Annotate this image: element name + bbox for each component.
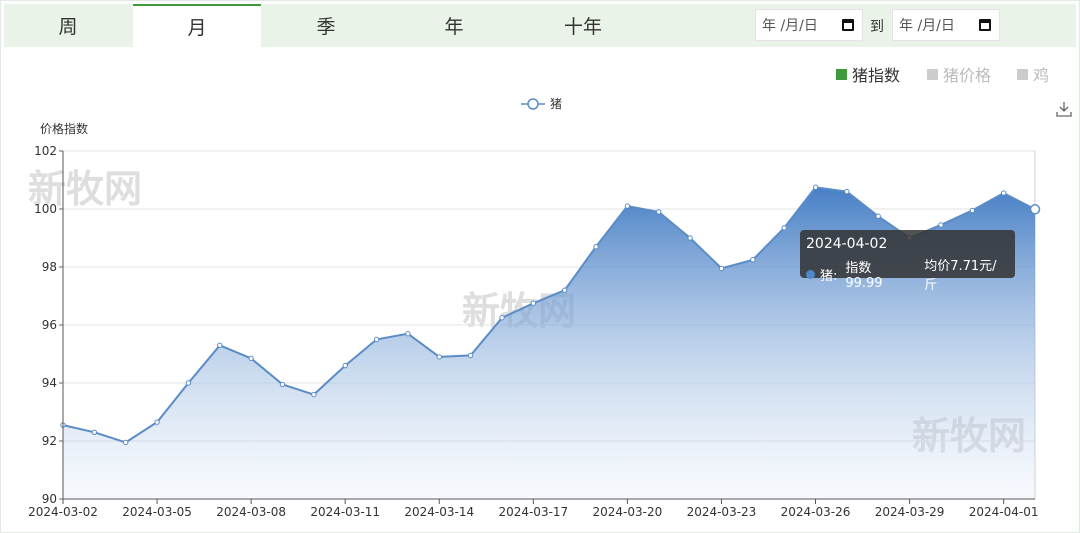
x-tick-label: 2024-03-17 [498, 505, 568, 519]
toggle-label: 猪价格 [943, 66, 992, 85]
data-point [311, 391, 317, 398]
y-tick-label: 102 [34, 144, 57, 158]
toggle-swatch [927, 68, 938, 80]
data-point [467, 352, 474, 359]
tooltip-index: 指数99.99 [845, 261, 883, 291]
data-point [687, 235, 693, 241]
end-date-placeholder: 年 /月/日 [899, 18, 955, 34]
tooltip-series: 猪: [819, 268, 838, 284]
data-point [812, 184, 819, 190]
tab-decade[interactable]: 十年 [519, 4, 647, 47]
legend-marker [527, 98, 539, 110]
x-tick-label: 2024-03-02 [28, 505, 98, 519]
data-point [123, 439, 129, 446]
legend-label: 猪 [550, 97, 562, 111]
data-point [217, 342, 223, 349]
y-tick-label: 92 [42, 434, 57, 448]
data-point [656, 209, 662, 215]
y-tick-label: 96 [42, 318, 57, 332]
toggle-chicken[interactable]: 鸡 [1017, 62, 1049, 86]
data-point [781, 225, 787, 231]
date-range-separator: 到 [870, 19, 884, 35]
x-tick-label: 2024-03-11 [310, 505, 380, 519]
area-chart: 90 92 94 96 98 100 102 价格指数 2024-03-02 2024-03-05… [28, 97, 1041, 519]
x-tick-label: 2024-03-26 [781, 505, 851, 519]
data-point [154, 419, 160, 425]
calendar-icon[interactable] [979, 19, 991, 31]
toggle-label: 猪指数 [852, 66, 901, 85]
data-point [405, 331, 411, 337]
calendar-icon[interactable] [842, 19, 854, 31]
start-date-field[interactable]: 年 /月/日 [755, 9, 863, 41]
end-date-field[interactable]: 年 /月/日 [892, 9, 1000, 41]
data-point [1029, 204, 1041, 215]
y-tick-label: 100 [34, 202, 57, 216]
data-point [593, 244, 599, 250]
y-axis-title: 价格指数 [40, 121, 88, 136]
data-point [373, 336, 380, 343]
toggle-pig-price[interactable]: 猪价格 [927, 62, 991, 86]
y-tick-label: 94 [42, 376, 57, 390]
data-point [1000, 190, 1007, 196]
x-tick-label: 2024-03-08 [216, 505, 286, 519]
x-tick-label: 2024-03-20 [593, 505, 663, 519]
tab-week[interactable]: 周 [4, 4, 132, 47]
data-point [844, 188, 850, 195]
tab-year[interactable]: 年 [390, 4, 518, 47]
x-tick-label: 2024-03-23 [687, 505, 757, 519]
tooltip-price: 均价7.71元/斤 [924, 259, 997, 293]
data-point [436, 354, 442, 360]
data-point [750, 257, 756, 263]
x-tick-label: 2024-03-14 [404, 505, 474, 519]
y-tick-label: 98 [42, 260, 57, 274]
x-tick-label: 2024-03-05 [122, 505, 192, 519]
data-point [938, 222, 944, 228]
y-tick-label: 90 [42, 492, 57, 506]
data-point [875, 213, 881, 219]
tab-month[interactable]: 月 [133, 4, 261, 47]
data-point [624, 203, 631, 209]
toggle-swatch [1017, 68, 1028, 80]
data-point [342, 362, 348, 369]
tooltip-date: 2024-04-02 [806, 236, 888, 252]
toggle-swatch [836, 68, 847, 80]
start-date-placeholder: 年 /月/日 [762, 18, 818, 34]
data-point [248, 355, 254, 362]
x-tick-label: 2024-03-29 [875, 505, 945, 519]
data-point [718, 265, 725, 272]
data-tooltip: 2024-04-02 猪: 指数99.99 均价7.71元/斤 [800, 230, 1015, 293]
x-tick-label: 2024-04-01 [969, 505, 1039, 519]
data-point [279, 381, 286, 388]
tooltip-series-dot [806, 269, 815, 279]
data-point [91, 429, 98, 435]
data-point [185, 380, 192, 386]
data-point [561, 287, 568, 293]
data-point [530, 300, 537, 306]
tab-quarter[interactable]: 季 [262, 4, 390, 47]
data-point [969, 207, 975, 214]
toggle-label: 鸡 [1033, 66, 1050, 85]
toggle-pig-index[interactable]: 猪指数 [836, 62, 900, 86]
data-point [499, 315, 505, 321]
